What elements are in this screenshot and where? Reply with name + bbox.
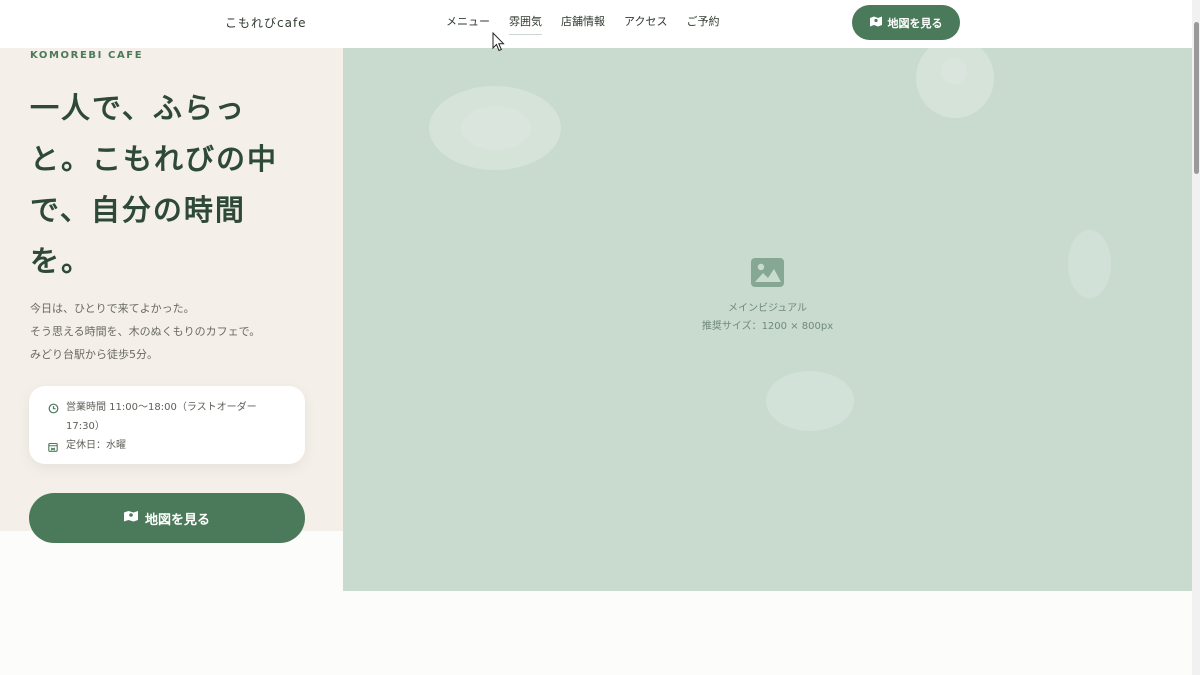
placeholder-size-hint: 推奨サイズ：1200 × 800px: [701, 321, 834, 332]
hours-text: 営業時間 11:00〜18:00（ラストオーダー 17:30）: [66, 402, 257, 432]
info-card: 営業時間 11:00〜18:00（ラストオーダー 17:30） 定休日：水曜: [29, 386, 305, 464]
page-scrollbar[interactable]: [1192, 0, 1200, 675]
brand-eyebrow: KOMOREBI CAFE: [30, 50, 144, 61]
clock-icon: [48, 402, 59, 421]
light-spot: [941, 58, 967, 84]
hero-map-button-label: 地図を見る: [144, 512, 210, 528]
main-nav: メニュー 雰囲気 店舗情報 アクセス ご予約: [446, 13, 738, 35]
site-header: こもれびcafe メニュー 雰囲気 店舗情報 アクセス ご予約 地図を見る: [0, 0, 1192, 48]
mouse-cursor-icon: [492, 31, 506, 56]
light-spot: [1068, 230, 1111, 298]
header-map-button[interactable]: 地図を見る: [852, 5, 960, 40]
hero-headline: 一人で、ふらっと。こもれびの中で、自分の時間を。: [30, 91, 279, 278]
lead-line: 今日は、ひとりで来てよかった。: [30, 302, 195, 315]
placeholder-title: メインビジュアル: [728, 303, 807, 314]
nav-item-reservation[interactable]: ご予約: [686, 13, 719, 35]
hero-lead: 今日は、ひとりで来てよかった。 そう思える時間を、木のぬくもりのカフェで。 みど…: [30, 297, 260, 366]
calendar-icon: [48, 440, 59, 459]
hero-map-button[interactable]: 地図を見る: [29, 493, 305, 543]
nav-item-atmosphere[interactable]: 雰囲気: [509, 13, 542, 35]
main-visual-placeholder: メインビジュアル 推奨サイズ：1200 × 800px: [343, 48, 1192, 591]
hours-row: 営業時間 11:00〜18:00（ラストオーダー 17:30）: [48, 398, 287, 436]
site-logo[interactable]: こもれびcafe: [225, 14, 307, 31]
nav-item-store-info[interactable]: 店舗情報: [561, 13, 605, 35]
light-spot: [766, 371, 854, 431]
nav-item-menu[interactable]: メニュー: [446, 13, 490, 35]
hero-text-panel: KOMOREBI CAFE 一人で、ふらっと。こもれびの中で、自分の時間を。 今…: [0, 48, 343, 543]
lead-line: みどり台駅から徒歩5分。: [30, 348, 158, 361]
image-icon: [751, 258, 784, 291]
scrollbar-thumb[interactable]: [1194, 22, 1199, 174]
header-map-button-label: 地図を見る: [887, 16, 943, 30]
map-icon: [869, 16, 882, 30]
light-spot: [461, 106, 531, 150]
closed-row: 定休日：水曜: [48, 436, 287, 459]
lead-line: そう思える時間を、木のぬくもりのカフェで。: [30, 325, 261, 338]
closed-text: 定休日：水曜: [66, 440, 126, 451]
nav-item-access[interactable]: アクセス: [624, 13, 667, 35]
map-icon: [123, 510, 138, 526]
